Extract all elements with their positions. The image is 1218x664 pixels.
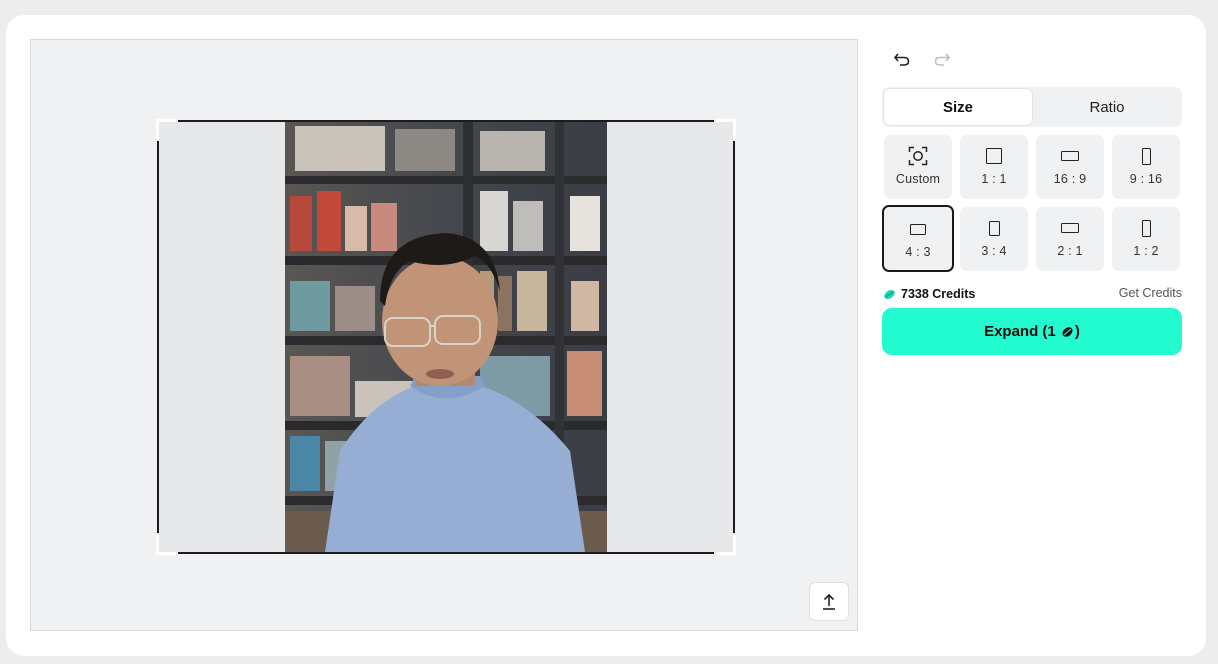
landscape-icon xyxy=(910,218,926,240)
frame-edge-left xyxy=(157,141,159,533)
size-option-3-4[interactable]: 3 : 4 xyxy=(960,207,1028,271)
expand-button[interactable]: Expand (1 ) xyxy=(882,308,1182,355)
expand-label-prefix: Expand (1 xyxy=(984,323,1060,340)
upload-button[interactable] xyxy=(809,582,849,621)
upload-icon xyxy=(823,593,835,610)
tab-ratio[interactable]: Ratio xyxy=(1034,89,1180,125)
square-icon xyxy=(986,145,1002,167)
size-option-16-9[interactable]: 16 : 9 xyxy=(1036,135,1104,199)
size-option-label: 9 : 16 xyxy=(1129,172,1163,186)
landscape-wide-icon xyxy=(1061,217,1079,239)
size-option-1-1[interactable]: 1 : 1 xyxy=(960,135,1028,199)
size-option-label: Custom xyxy=(895,172,941,186)
credits-amount: 7338 Credits xyxy=(901,287,976,301)
tab-size[interactable]: Size xyxy=(884,89,1032,125)
portrait-tall-icon xyxy=(1141,217,1151,239)
credit-bean-icon xyxy=(884,289,895,299)
size-option-2-1[interactable]: 2 : 1 xyxy=(1036,207,1104,271)
portrait-icon xyxy=(988,217,1000,239)
size-option-label: 1 : 2 xyxy=(1133,244,1159,258)
undo-icon xyxy=(893,53,910,66)
redo-button[interactable] xyxy=(931,48,953,70)
size-option-label: 2 : 1 xyxy=(1057,244,1083,258)
landscape-wide-icon xyxy=(1061,145,1079,167)
source-photo xyxy=(285,121,607,552)
size-option-label: 16 : 9 xyxy=(1053,172,1087,186)
credit-bean-icon xyxy=(1062,326,1073,337)
custom-frame-icon xyxy=(908,145,928,167)
size-option-custom[interactable]: Custom xyxy=(884,135,952,199)
size-option-1-2[interactable]: 1 : 2 xyxy=(1112,207,1180,271)
frame-handle-bottom-left[interactable] xyxy=(156,535,176,555)
undo-button[interactable] xyxy=(891,48,913,70)
size-option-9-16[interactable]: 9 : 16 xyxy=(1112,135,1180,199)
get-credits-link[interactable]: Get Credits xyxy=(1100,286,1182,300)
portrait-tall-icon xyxy=(1141,145,1151,167)
size-option-label: 3 : 4 xyxy=(981,244,1007,258)
frame-edge-right xyxy=(733,141,735,533)
frame-edge-top xyxy=(178,120,714,122)
mode-tabs: Size Ratio xyxy=(882,87,1182,127)
size-option-label: 1 : 1 xyxy=(981,172,1007,186)
expand-label-suffix: ) xyxy=(1074,323,1080,340)
frame-edge-bottom xyxy=(178,552,714,554)
size-option-4-3[interactable]: 4 : 3 xyxy=(882,205,954,272)
frame-handle-top-right[interactable] xyxy=(716,119,736,139)
credits-display: 7338 Credits xyxy=(883,286,975,302)
frame-handle-top-left[interactable] xyxy=(156,119,176,139)
frame-handle-bottom-right[interactable] xyxy=(716,535,736,555)
redo-icon xyxy=(934,53,951,66)
size-option-label: 4 : 3 xyxy=(905,245,931,259)
